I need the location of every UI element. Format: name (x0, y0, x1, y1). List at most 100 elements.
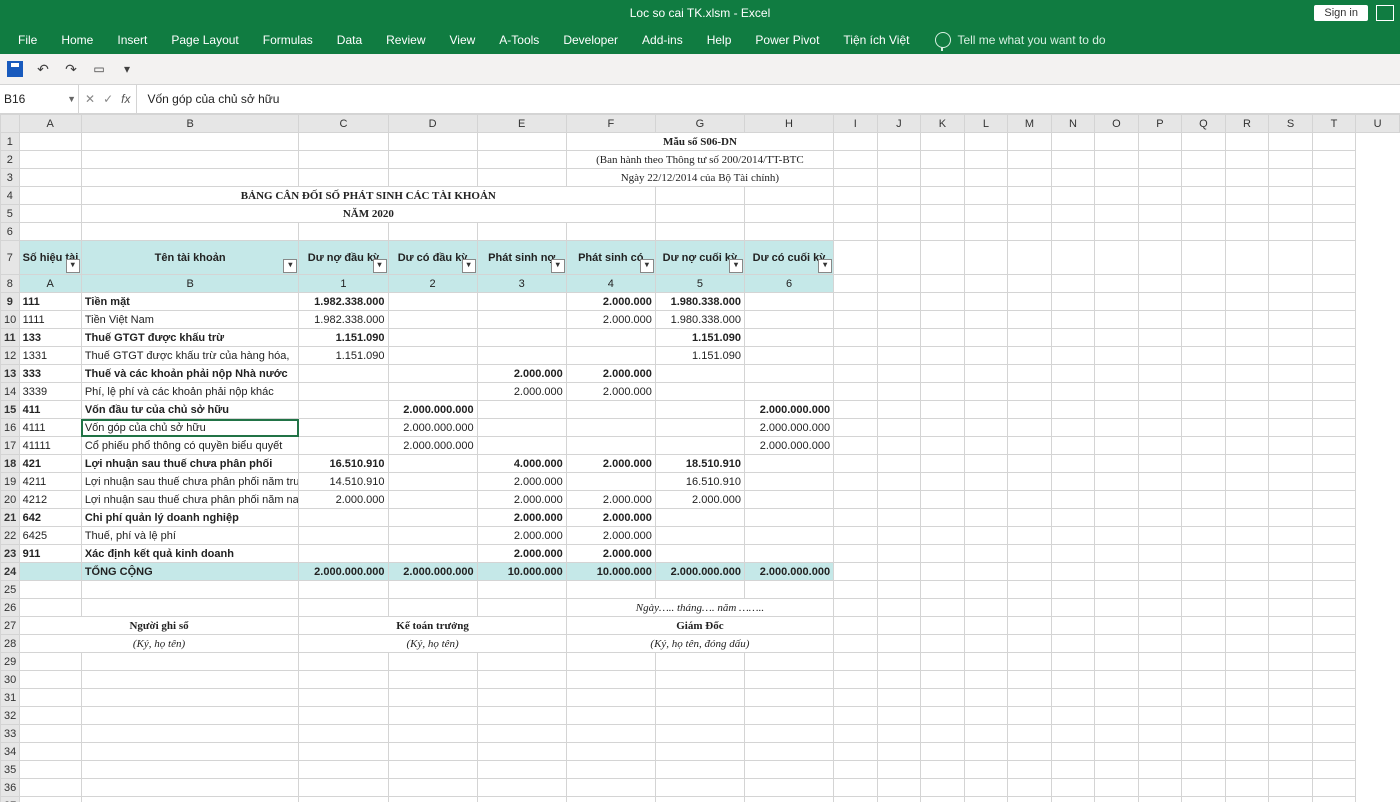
cell[interactable]: 4212 (19, 491, 81, 509)
cell[interactable] (388, 347, 477, 365)
cell[interactable]: 2.000.000 (477, 365, 566, 383)
filter-icon[interactable]: ▾ (551, 259, 565, 273)
col-header[interactable]: G (655, 115, 744, 133)
row-header[interactable]: 12 (1, 347, 20, 365)
cell[interactable] (477, 419, 566, 437)
cell[interactable]: 2.000.000 (477, 527, 566, 545)
cell[interactable] (388, 365, 477, 383)
cell[interactable]: 1331 (19, 347, 81, 365)
tab-powerpivot[interactable]: Power Pivot (743, 26, 831, 54)
cell[interactable]: 2.000.000 (566, 491, 655, 509)
cell[interactable]: Vốn góp của chủ sở hữu (81, 419, 299, 437)
tell-me-search[interactable]: Tell me what you want to do (935, 32, 1105, 48)
col-header[interactable]: D (388, 115, 477, 133)
cell[interactable] (744, 527, 833, 545)
row-header[interactable]: 18 (1, 455, 20, 473)
cell[interactable]: 2.000.000.000 (388, 563, 477, 581)
cancel-icon[interactable]: ✕ (85, 92, 95, 106)
row-header[interactable]: 10 (1, 311, 20, 329)
cell[interactable] (655, 401, 744, 419)
row-header[interactable]: 30 (1, 671, 20, 689)
filter-icon[interactable]: ▾ (818, 259, 832, 273)
cell[interactable] (655, 509, 744, 527)
cell[interactable]: 133 (19, 329, 81, 347)
cell[interactable] (744, 455, 833, 473)
cell[interactable] (477, 347, 566, 365)
row-header[interactable]: 19 (1, 473, 20, 491)
qat-button[interactable]: ▭ (90, 60, 108, 78)
row-header[interactable]: 3 (1, 169, 20, 187)
row-header[interactable]: 15 (1, 401, 20, 419)
row-header[interactable]: 31 (1, 689, 20, 707)
name-box[interactable]: B16 ▼ (0, 85, 79, 113)
cell[interactable] (655, 365, 744, 383)
row-header[interactable]: 1 (1, 133, 20, 151)
cell[interactable] (477, 329, 566, 347)
cell[interactable]: Phí, lệ phí và các khoản phải nộp khác (81, 383, 299, 401)
cell[interactable]: 642 (19, 509, 81, 527)
col-header[interactable]: H (744, 115, 833, 133)
cell[interactable] (477, 401, 566, 419)
row-header[interactable]: 32 (1, 707, 20, 725)
cell[interactable] (299, 419, 388, 437)
col-header[interactable]: C (299, 115, 388, 133)
cell[interactable] (744, 293, 833, 311)
row-header[interactable]: 24 (1, 563, 20, 581)
tab-help[interactable]: Help (695, 26, 744, 54)
cell[interactable]: Xác định kết quả kinh doanh (81, 545, 299, 563)
row-header[interactable]: 37 (1, 797, 20, 802)
cell[interactable]: 2.000.000.000 (744, 401, 833, 419)
tab-pagelayout[interactable]: Page Layout (159, 26, 250, 54)
tab-tienichviet[interactable]: Tiện ích Việt (831, 26, 921, 54)
chevron-down-icon[interactable]: ▼ (67, 94, 76, 104)
filter-icon[interactable]: ▾ (66, 259, 80, 273)
col-header[interactable]: M (1008, 115, 1052, 133)
row-header[interactable]: 6 (1, 223, 20, 241)
cell[interactable]: 18.510.910 (655, 455, 744, 473)
cell[interactable]: 2.000.000.000 (655, 563, 744, 581)
tab-insert[interactable]: Insert (105, 26, 159, 54)
cell[interactable] (388, 473, 477, 491)
filter-icon[interactable]: ▾ (640, 259, 654, 273)
cell[interactable]: 111 (19, 293, 81, 311)
cell[interactable]: 4111 (19, 419, 81, 437)
cell[interactable]: 10.000.000 (566, 563, 655, 581)
cell[interactable] (566, 473, 655, 491)
row-header[interactable]: 26 (1, 599, 20, 617)
cell[interactable]: 2.000.000 (566, 293, 655, 311)
filter-icon[interactable]: ▾ (373, 259, 387, 273)
cell[interactable] (744, 473, 833, 491)
cell[interactable] (566, 419, 655, 437)
formula-input[interactable]: Vốn góp của chủ sở hữu (137, 85, 1400, 113)
cell[interactable] (566, 401, 655, 419)
cell[interactable]: 2.000.000 (566, 383, 655, 401)
cell[interactable] (566, 437, 655, 455)
cell[interactable] (744, 383, 833, 401)
col-header[interactable]: N (1051, 115, 1095, 133)
cell[interactable]: 4211 (19, 473, 81, 491)
cell[interactable]: 2.000.000 (566, 365, 655, 383)
cell[interactable]: 2.000.000.000 (388, 437, 477, 455)
cell[interactable]: 2.000.000 (477, 491, 566, 509)
col-header[interactable]: L (964, 115, 1008, 133)
cell[interactable] (744, 311, 833, 329)
col-header[interactable]: S (1269, 115, 1313, 133)
row-header[interactable]: 27 (1, 617, 20, 635)
tab-view[interactable]: View (438, 26, 488, 54)
cell[interactable] (388, 293, 477, 311)
cell[interactable] (388, 545, 477, 563)
cell[interactable]: 4.000.000 (477, 455, 566, 473)
row-header[interactable]: 7 (1, 241, 20, 275)
ribbon-display-icon[interactable] (1376, 5, 1394, 21)
cell[interactable]: 2.000.000 (566, 527, 655, 545)
enter-icon[interactable]: ✓ (103, 92, 113, 106)
tab-addins[interactable]: Add-ins (630, 26, 695, 54)
cell[interactable]: 16.510.910 (655, 473, 744, 491)
cell[interactable]: 2.000.000 (655, 491, 744, 509)
row-header[interactable]: 35 (1, 761, 20, 779)
cell[interactable] (566, 347, 655, 365)
cell[interactable]: 41111 (19, 437, 81, 455)
cell[interactable] (477, 311, 566, 329)
cell[interactable] (299, 509, 388, 527)
col-header[interactable]: I (834, 115, 878, 133)
